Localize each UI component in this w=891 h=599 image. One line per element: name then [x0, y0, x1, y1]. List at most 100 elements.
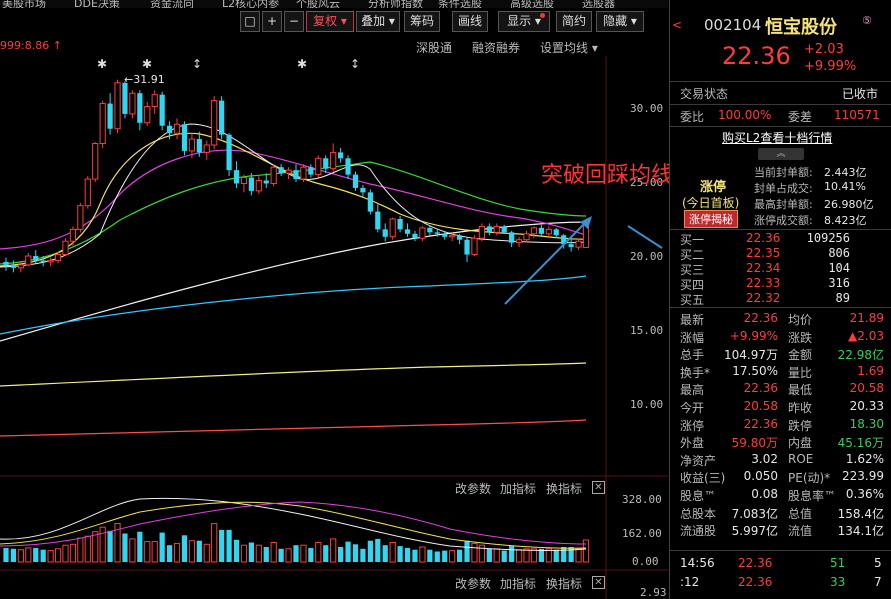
- quote-label: 均价: [788, 313, 813, 327]
- candle: [427, 227, 433, 233]
- edit-params-link[interactable]: 改参数: [455, 575, 491, 592]
- menu-item[interactable]: 个股风云: [296, 0, 340, 8]
- edit-params-link[interactable]: 改参数: [455, 480, 491, 497]
- limit-reveal-button[interactable]: 涨停揭秘: [684, 210, 738, 228]
- menu-item[interactable]: 分析师指数: [368, 0, 423, 8]
- add-indicator-link[interactable]: 加指标: [500, 575, 536, 592]
- candle: [151, 94, 158, 108]
- bid-price: 22.32: [746, 291, 781, 305]
- limit-info-label: 封单占成交:: [754, 182, 813, 195]
- overlay-button[interactable]: 叠加 ▾: [356, 11, 400, 32]
- switch-indicator-link[interactable]: 换指标: [546, 575, 582, 592]
- volume-bar: [434, 551, 440, 562]
- candle: [575, 240, 582, 248]
- menu-item[interactable]: 条件选股: [438, 0, 482, 8]
- switch-indicator-link[interactable]: 换指标: [546, 480, 582, 497]
- quote-value: 22.98亿: [837, 348, 884, 363]
- hide-button[interactable]: 隐藏 ▾: [596, 11, 644, 32]
- volume-bar: [515, 549, 523, 563]
- zoom-out-button[interactable]: −: [284, 11, 304, 32]
- volume-bar: [151, 541, 158, 563]
- quote-row: 流通股 5.997亿 流值 134.1亿: [670, 522, 891, 540]
- layout-button[interactable]: □: [240, 11, 260, 32]
- quote-value: 22.36: [743, 381, 778, 396]
- y-axis-label: 30.00: [630, 102, 664, 115]
- quote-label: 昨收: [788, 401, 813, 415]
- y-axis-label: 10.00: [630, 398, 664, 411]
- add-indicator-link[interactable]: 加指标: [500, 480, 536, 497]
- menu-item[interactable]: 选股器: [582, 0, 615, 8]
- candle: [54, 254, 62, 261]
- quote-value: 5.997亿: [731, 524, 778, 539]
- draw-button[interactable]: 画线: [452, 11, 488, 32]
- limit-up-label: 涨停: [700, 180, 727, 195]
- volume-bar: [84, 535, 91, 563]
- quote-row: 最高 22.36 最低 20.58: [670, 381, 891, 399]
- volume-bar: [129, 538, 136, 563]
- quote-row: 收益(三) 0.050 PE(动)* 223.99: [670, 469, 891, 487]
- volume-bar: [464, 540, 470, 562]
- kline-chart[interactable]: ✱ ✱ ↕ ✱ ↕: [0, 34, 668, 599]
- candle: [255, 180, 262, 192]
- candle: [10, 264, 17, 268]
- event-markers: ✱ ✱ ↕ ✱ ↕: [97, 57, 360, 71]
- candle: [270, 166, 277, 184]
- menu-item[interactable]: DDE决策: [74, 0, 120, 8]
- volume-bar: [47, 550, 54, 563]
- candle: [166, 125, 173, 134]
- candle: [188, 138, 196, 152]
- quote-value: ▲2.03: [848, 328, 884, 343]
- menu-item[interactable]: 资金流向: [150, 0, 194, 8]
- svg-text:✱: ✱: [97, 57, 107, 71]
- close-panel-icon[interactable]: ✕: [592, 481, 605, 494]
- candle: [545, 228, 552, 235]
- display-button[interactable]: 显示 ▾: [498, 11, 550, 32]
- quote-label: 总手: [680, 348, 705, 363]
- bid-price: 22.36: [746, 231, 781, 245]
- quote-value: 3.02: [751, 451, 778, 466]
- quote-row: 股息™ 0.08 股息率™ 0.36%: [670, 487, 891, 505]
- limit-info-value: 2.443亿: [824, 166, 867, 179]
- candle: [330, 151, 337, 170]
- volume-bar: [137, 531, 143, 562]
- quote-value: 0.36%: [845, 487, 884, 501]
- candle: [553, 229, 559, 236]
- tick-price: 22.36: [738, 556, 773, 570]
- hide-label: 隐藏: [603, 14, 628, 28]
- candle: [397, 219, 403, 230]
- quote-label: 最高: [680, 383, 705, 398]
- simple-button[interactable]: 简约: [556, 11, 592, 32]
- quote-label: PE(动)*: [788, 471, 831, 486]
- candle: [219, 100, 225, 135]
- left-arrow-icon[interactable]: <: [672, 18, 682, 32]
- quote-row: 总股本 7.083亿 总值 158.4亿: [670, 505, 891, 523]
- l2-quote-link[interactable]: 购买L2查看十档行情: [722, 129, 832, 146]
- candle: [323, 158, 329, 169]
- volume-bar: [404, 547, 411, 562]
- quote-value: 0.08: [751, 487, 778, 501]
- zoom-in-button[interactable]: +: [262, 11, 282, 32]
- quote-value: 134.1亿: [837, 524, 884, 539]
- menu-item[interactable]: 高级选股: [510, 0, 554, 8]
- volume-bar: [166, 545, 173, 562]
- candle: [434, 232, 440, 234]
- chips-button[interactable]: 筹码: [404, 11, 440, 32]
- quote-label: 流值: [788, 524, 813, 539]
- close-panel-icon[interactable]: ✕: [592, 576, 605, 589]
- menu-item[interactable]: L2核心内参: [222, 0, 279, 8]
- tick-price: 22.36: [738, 575, 773, 589]
- candle: [352, 174, 359, 188]
- tick-row: 14:56 22.36 51 5: [670, 556, 891, 574]
- volume-bar: [159, 532, 165, 562]
- svg-text:✱: ✱: [297, 57, 307, 71]
- menu-item[interactable]: 美股市场: [2, 0, 46, 8]
- quote-value: 22.36: [743, 416, 778, 431]
- volume-bar: [449, 550, 456, 563]
- limit-info-label: 最高封单额:: [754, 198, 813, 211]
- candle: [315, 157, 322, 176]
- adjust-button[interactable]: 复权 ▾: [306, 11, 354, 32]
- quote-label: 换手*: [680, 365, 711, 380]
- volume-bar: [25, 547, 32, 563]
- collapse-arrow-icon[interactable]: ︽: [758, 148, 804, 160]
- y-axis-label: 20.00: [630, 250, 664, 263]
